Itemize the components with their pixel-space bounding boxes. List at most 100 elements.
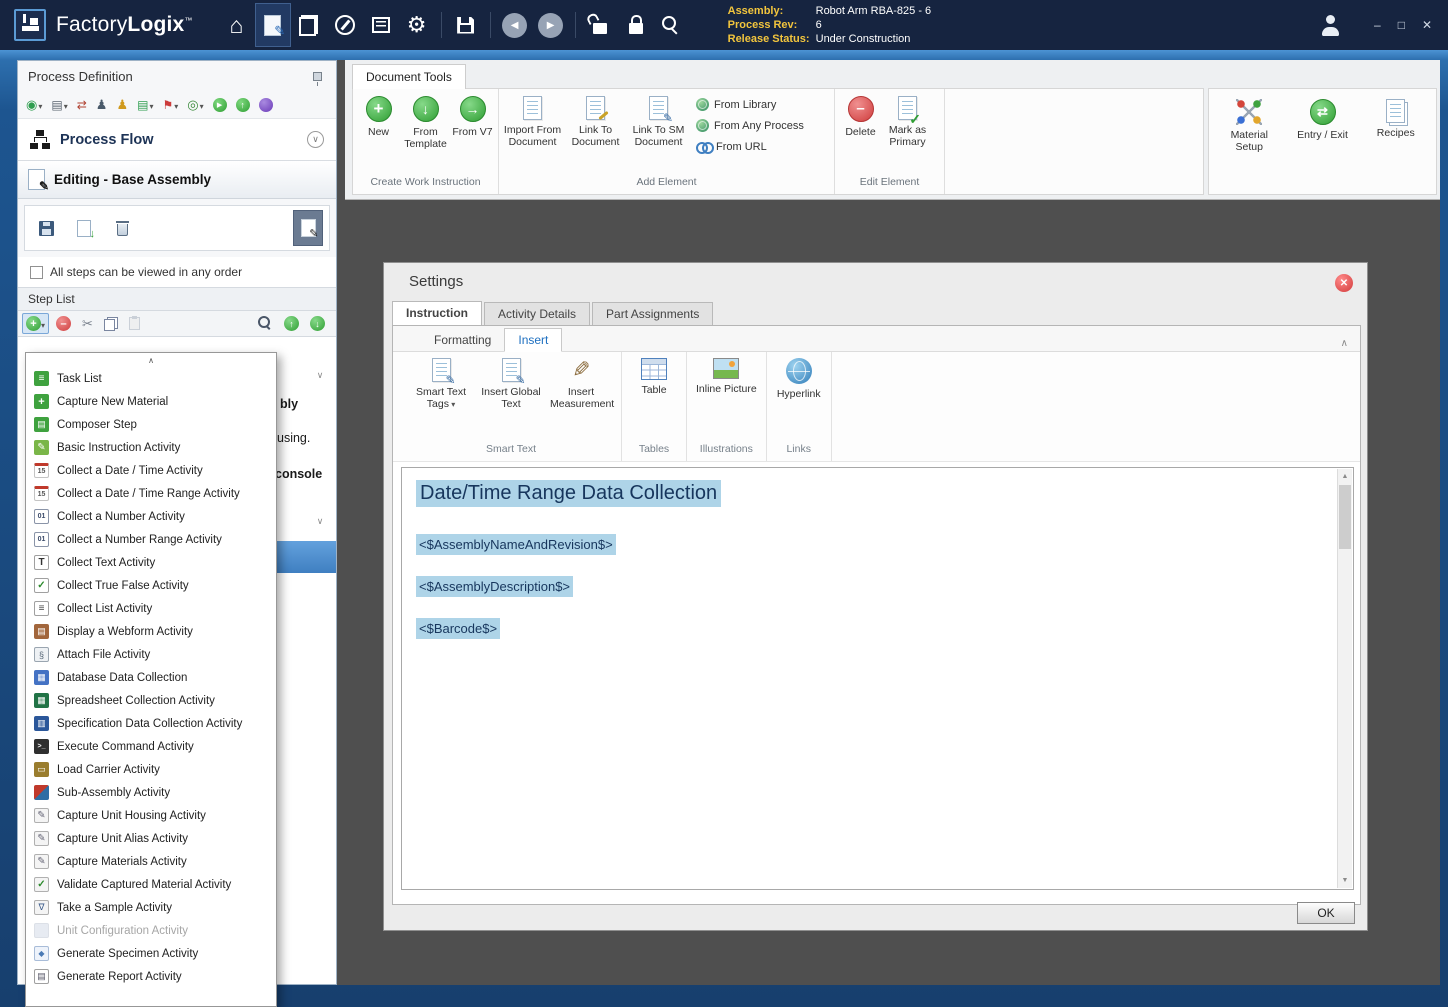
menu-item[interactable]: Attach File Activity [26, 643, 276, 666]
from-library-button[interactable]: From Library [696, 96, 804, 113]
menu-item[interactable]: Spreadsheet Collection Activity [26, 689, 276, 712]
menu-item[interactable]: Collect a Date / Time Range Activity [26, 482, 276, 505]
tab-document-tools[interactable]: Document Tools [352, 64, 466, 89]
menu-item[interactable]: Collect a Number Activity [26, 505, 276, 528]
table-button[interactable]: Table [627, 354, 681, 396]
move-up-icon[interactable] [280, 313, 303, 334]
expand-step-icon-2[interactable] [312, 513, 328, 529]
user-gold-icon[interactable] [114, 95, 130, 115]
navigation-icon[interactable] [327, 3, 363, 47]
paste-icon[interactable] [125, 313, 144, 334]
copy-icon[interactable] [100, 313, 122, 334]
save-step-button[interactable] [31, 210, 61, 246]
expand-panel-icon[interactable] [307, 131, 324, 148]
ok-button[interactable]: OK [1297, 902, 1355, 924]
remove-step-icon[interactable] [52, 313, 75, 334]
menu-item[interactable]: Display a Webform Activity [26, 620, 276, 643]
menu-scroll-up-icon[interactable] [26, 354, 276, 367]
document-scrollbar[interactable] [1337, 469, 1352, 888]
process-flow-row[interactable]: Process Flow [18, 119, 336, 161]
selected-step-row[interactable] [276, 541, 336, 573]
order-checkbox[interactable] [30, 266, 43, 279]
link-to-sm-document-button[interactable]: Link To SM Document [627, 94, 690, 148]
tab-instruction[interactable]: Instruction [392, 301, 482, 325]
from-v7-button[interactable]: From V7 [449, 94, 496, 138]
menu-item[interactable]: Database Data Collection [26, 666, 276, 689]
delete-element-button[interactable]: Delete [837, 94, 884, 138]
target-icon[interactable] [185, 95, 205, 115]
back-icon[interactable] [497, 3, 533, 47]
inline-picture-button[interactable]: Inline Picture [692, 354, 761, 395]
order-checkbox-row[interactable]: All steps can be viewed in any order [18, 257, 336, 287]
scroll-thumb[interactable] [1339, 485, 1351, 549]
menu-item[interactable]: Execute Command Activity [26, 735, 276, 758]
menu-item[interactable]: Generate Specimen Activity [26, 942, 276, 965]
delete-step-button[interactable] [107, 210, 137, 246]
new-button[interactable]: New [355, 94, 402, 138]
share-icon[interactable] [135, 95, 155, 115]
insert-measurement-button[interactable]: Insert Measurement [546, 354, 616, 410]
edit-instruction-button[interactable] [293, 210, 323, 246]
user-icon[interactable] [94, 95, 110, 115]
import-from-document-button[interactable]: Import From Document [501, 94, 564, 148]
tab-activity-details[interactable]: Activity Details [484, 302, 590, 325]
menu-item[interactable]: Specification Data Collection Activity [26, 712, 276, 735]
menu-item[interactable]: Task List [26, 367, 276, 390]
menu-item[interactable]: Basic Instruction Activity [26, 436, 276, 459]
from-url-button[interactable]: From URL [696, 138, 804, 155]
from-any-process-button[interactable]: From Any Process [696, 117, 804, 134]
search-assembly-icon[interactable] [654, 3, 690, 47]
menu-item[interactable]: Validate Captured Material Activity [26, 873, 276, 896]
add-user-icon[interactable] [1312, 3, 1348, 47]
menu-item[interactable]: Capture New Material [26, 390, 276, 413]
cut-icon[interactable] [78, 313, 97, 334]
zoom-icon[interactable] [254, 313, 277, 334]
menu-item[interactable]: Generate Report Activity [26, 965, 276, 988]
unlock-icon[interactable] [582, 3, 618, 47]
menu-item[interactable]: Composer Step [26, 413, 276, 436]
documents-icon[interactable] [363, 3, 399, 47]
instruction-document[interactable]: Date/Time Range Data Collection <$Assemb… [401, 467, 1354, 890]
menu-item[interactable]: Sub-Assembly Activity [26, 781, 276, 804]
entry-exit-button[interactable]: Entry / Exit [1290, 99, 1356, 194]
work-instruction-icon[interactable] [255, 3, 291, 47]
maximize-icon[interactable] [1398, 18, 1405, 32]
process-icon[interactable] [291, 3, 327, 47]
smart-text-tags-button[interactable]: Smart Text Tags [406, 354, 476, 411]
menu-item[interactable]: Load Carrier Activity [26, 758, 276, 781]
tab-part-assignments[interactable]: Part Assignments [592, 302, 713, 325]
save-icon[interactable] [448, 3, 484, 47]
record-circle-icon[interactable] [257, 95, 275, 115]
insert-global-text-button[interactable]: Insert Global Text [476, 354, 546, 410]
recipes-button[interactable]: Recipes [1363, 99, 1429, 194]
hyperlink-button[interactable]: Hyperlink [772, 354, 826, 400]
menu-item[interactable]: Collect Text Activity [26, 551, 276, 574]
play-circle-icon[interactable] [211, 95, 229, 115]
up-circle-icon[interactable] [234, 95, 252, 115]
settings-gear-icon[interactable] [399, 3, 435, 47]
menu-item[interactable]: Take a Sample Activity [26, 896, 276, 919]
close-icon[interactable] [1422, 18, 1432, 32]
menu-item[interactable]: Collect List Activity [26, 597, 276, 620]
print-icon[interactable] [49, 95, 69, 115]
collapse-ribbon-icon[interactable] [1341, 333, 1348, 351]
import-step-button[interactable] [69, 210, 99, 246]
pin-icon[interactable] [313, 72, 322, 81]
menu-item[interactable]: Collect a Date / Time Activity [26, 459, 276, 482]
menu-item[interactable]: Capture Materials Activity [26, 850, 276, 873]
menu-item[interactable]: Capture Unit Housing Activity [26, 804, 276, 827]
flag-icon[interactable] [160, 95, 180, 115]
lock-icon[interactable] [618, 3, 654, 47]
material-setup-button[interactable]: Material Setup [1216, 99, 1282, 194]
expand-step-icon[interactable] [312, 367, 328, 383]
scroll-down-icon[interactable] [1338, 873, 1352, 888]
close-settings-icon[interactable] [1335, 274, 1353, 292]
link-to-document-button[interactable]: Link To Document [564, 94, 627, 148]
mark-as-primary-button[interactable]: Mark as Primary [884, 94, 931, 148]
from-template-button[interactable]: From Template [402, 94, 449, 150]
home-icon[interactable] [219, 3, 255, 47]
add-step-icon[interactable] [22, 313, 49, 334]
menu-item[interactable]: Collect True False Activity [26, 574, 276, 597]
move-down-icon[interactable] [306, 313, 329, 334]
tab-formatting[interactable]: Formatting [421, 329, 504, 351]
